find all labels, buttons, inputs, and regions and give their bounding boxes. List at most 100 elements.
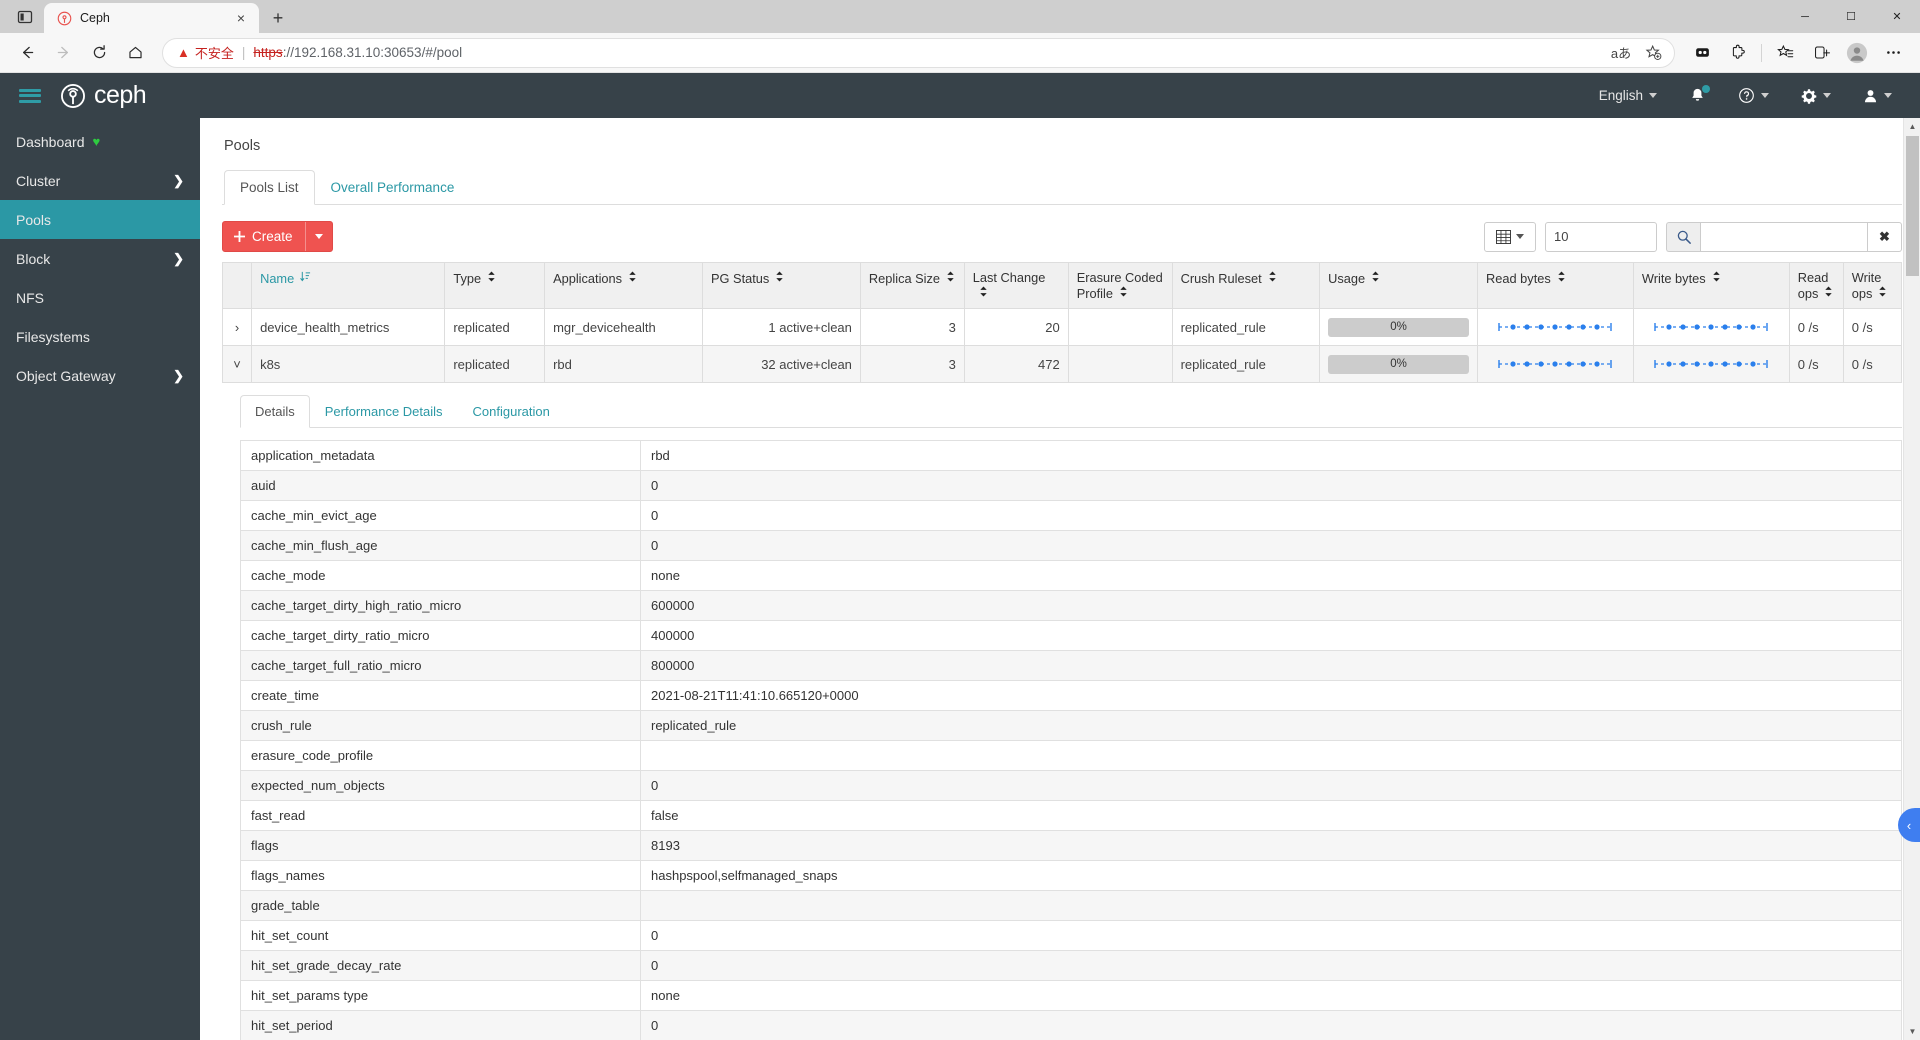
scroll-up-arrow[interactable]: ▲ xyxy=(1904,118,1920,135)
create-dropdown-toggle[interactable] xyxy=(306,234,332,239)
column-label: PG Status xyxy=(710,271,770,286)
details-tabs: Details Performance Details Configuratio… xyxy=(240,395,1902,428)
sidebar-item-cluster[interactable]: Cluster ❯ xyxy=(0,161,200,200)
vertical-scrollbar[interactable]: ▲ ▼ xyxy=(1903,118,1920,1040)
tab-search-button[interactable] xyxy=(6,0,44,33)
split-screen-icon[interactable] xyxy=(1804,37,1838,69)
url-scheme: https xyxy=(253,45,283,60)
cell-type: replicated xyxy=(444,345,546,383)
profile-avatar-icon[interactable] xyxy=(1840,37,1874,69)
new-tab-button[interactable]: + xyxy=(263,3,293,33)
column-selector-button[interactable] xyxy=(1484,221,1536,252)
table-row[interactable]: › device_health_metrics replicated mgr_d… xyxy=(221,308,1903,346)
cell-crush-ruleset: replicated_rule xyxy=(1171,345,1321,383)
tab-performance-details[interactable]: Performance Details xyxy=(310,395,458,428)
create-button-main[interactable]: Create xyxy=(223,229,305,244)
favorites-icon[interactable] xyxy=(1768,37,1802,69)
read-aloud-icon[interactable]: aあ xyxy=(1606,39,1636,67)
detail-key: cache_target_full_ratio_micro xyxy=(240,650,641,681)
detail-value: rbd xyxy=(640,440,1902,471)
cell-read-ops: 0 /s xyxy=(1788,308,1844,346)
user-menu[interactable] xyxy=(1847,73,1908,118)
column-header-read-bytes[interactable]: Read bytes xyxy=(1477,262,1634,309)
sidebar-item-dashboard[interactable]: Dashboard ♥ xyxy=(0,122,200,161)
column-header-type[interactable]: Type xyxy=(444,262,546,309)
write-bytes-sparkline xyxy=(1654,323,1768,331)
sidebar-item-pools[interactable]: Pools xyxy=(0,200,200,239)
scroll-down-arrow[interactable]: ▼ xyxy=(1904,1023,1920,1040)
app-top-bar: ceph English xyxy=(0,73,1920,118)
detail-value: 0 xyxy=(640,920,1902,951)
sort-icon xyxy=(1824,285,1833,300)
settings-more-icon[interactable] xyxy=(1876,37,1910,69)
row-expander[interactable]: › xyxy=(221,308,253,346)
column-header-read-ops[interactable]: Read ops xyxy=(1788,262,1844,309)
sort-icon xyxy=(775,270,784,285)
reload-icon[interactable] xyxy=(82,37,116,69)
language-selector[interactable]: English xyxy=(1583,73,1673,118)
ceph-brand[interactable]: ceph xyxy=(60,81,147,110)
table-row[interactable]: ˅ k8s replicated rbd 32 active+clean 3 4… xyxy=(221,345,1903,383)
chevron-right-icon: ❯ xyxy=(173,250,184,266)
home-icon[interactable] xyxy=(118,37,152,69)
search-icon[interactable] xyxy=(1666,221,1700,252)
browser-tab[interactable]: Ceph × xyxy=(44,3,259,33)
sidebar-item-object-gateway[interactable]: Object Gateway ❯ xyxy=(0,356,200,395)
help-menu[interactable] xyxy=(1722,73,1785,118)
tab-pools-list[interactable]: Pools List xyxy=(224,170,315,205)
usage-progress-bar: 0% xyxy=(1328,354,1470,374)
detail-key: expected_num_objects xyxy=(240,770,641,801)
back-icon[interactable] xyxy=(10,37,44,69)
scrollbar-thumb[interactable] xyxy=(1906,136,1919,276)
tab-details[interactable]: Details xyxy=(240,395,310,428)
cell-write-ops: 0 /s xyxy=(1842,308,1903,346)
settings-menu[interactable] xyxy=(1785,73,1847,118)
tab-overall-performance[interactable]: Overall Performance xyxy=(315,170,471,205)
create-button[interactable]: Create xyxy=(222,221,333,252)
column-header-write-bytes[interactable]: Write bytes xyxy=(1632,262,1790,309)
close-window-icon[interactable]: ✕ xyxy=(1874,0,1920,33)
star-plus-icon[interactable] xyxy=(1638,39,1668,67)
collections-icon[interactable] xyxy=(1685,37,1719,69)
hamburger-icon[interactable] xyxy=(0,86,60,105)
minimize-icon[interactable]: ─ xyxy=(1782,0,1828,33)
column-header-erasure-coded-profile[interactable]: Erasure Coded Profile xyxy=(1067,262,1173,309)
sidebar-item-label: Dashboard xyxy=(16,133,85,150)
table-row: cache_min_evict_age 0 xyxy=(240,500,1902,531)
table-toolbar-right: 10 ✖ xyxy=(1484,221,1902,252)
sort-icon xyxy=(1712,270,1721,285)
detail-key: auid xyxy=(240,470,641,501)
column-header-name[interactable]: Name xyxy=(251,262,446,309)
maximize-icon[interactable]: ☐ xyxy=(1828,0,1874,33)
column-label: Crush Ruleset xyxy=(1180,271,1262,286)
cell-applications: rbd xyxy=(544,345,703,383)
clear-search-icon[interactable]: ✖ xyxy=(1868,221,1902,252)
read-bytes-sparkline xyxy=(1498,323,1613,331)
column-header-pg-status[interactable]: PG Status xyxy=(701,262,861,309)
tab-configuration[interactable]: Configuration xyxy=(458,395,565,428)
detail-key: hit_set_grade_decay_rate xyxy=(240,950,641,981)
close-icon[interactable]: × xyxy=(231,8,251,28)
column-label: Replica Size xyxy=(868,271,941,286)
security-warning[interactable]: ▲ 不安全 xyxy=(177,43,234,62)
detail-value: 8193 xyxy=(640,830,1902,861)
column-header-replica-size[interactable]: Replica Size xyxy=(859,262,965,309)
column-header-last-change[interactable]: Last Change xyxy=(963,262,1069,309)
forward-icon[interactable] xyxy=(46,37,80,69)
omnibox-separator: | xyxy=(241,45,246,60)
detail-value: 800000 xyxy=(640,650,1902,681)
column-header-applications[interactable]: Applications xyxy=(544,262,703,309)
sidebar-item-nfs[interactable]: NFS xyxy=(0,278,200,317)
row-expander[interactable]: ˅ xyxy=(221,345,253,383)
column-header-usage[interactable]: Usage xyxy=(1319,262,1479,309)
address-bar[interactable]: ▲ 不安全 | https://192.168.31.10:30653/#/po… xyxy=(162,37,1675,68)
column-header-crush-ruleset[interactable]: Crush Ruleset xyxy=(1171,262,1321,309)
search-input[interactable] xyxy=(1700,221,1868,252)
page-limit-input[interactable]: 10 xyxy=(1545,221,1657,252)
column-header-write-ops[interactable]: Write ops xyxy=(1842,262,1903,309)
notifications-button[interactable] xyxy=(1673,73,1722,118)
sidebar-item-block[interactable]: Block ❯ xyxy=(0,239,200,278)
sidebar-item-filesystems[interactable]: Filesystems xyxy=(0,317,200,356)
table-row: grade_table xyxy=(240,890,1902,921)
extensions-icon[interactable] xyxy=(1721,37,1755,69)
